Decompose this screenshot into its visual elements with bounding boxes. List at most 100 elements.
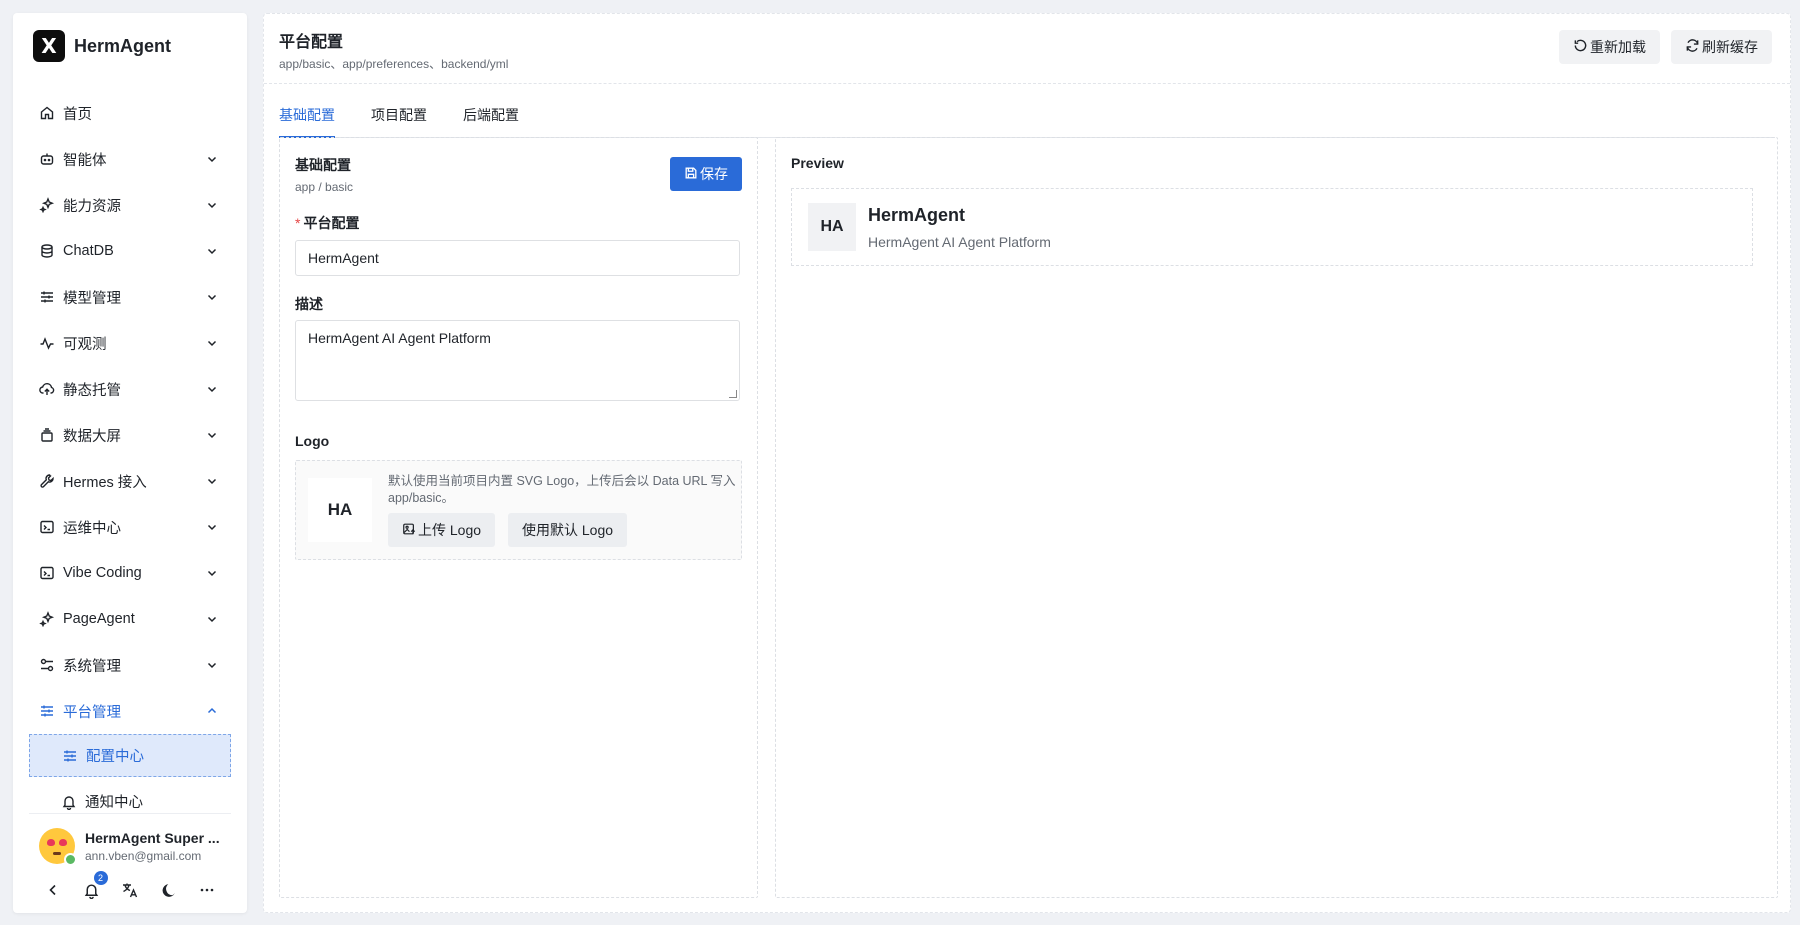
sidebar-item-chatdb[interactable]: ChatDB: [29, 228, 231, 274]
sidebar-item-agents[interactable]: 智能体: [29, 136, 231, 182]
sidebar-item-label: 系统管理: [63, 658, 121, 675]
sidebar-menu: 首页 智能体 能力资源 ChatDB 模型管理 可观测 静态托管 数据大屏 He…: [29, 90, 231, 826]
user-profile[interactable]: HermAgent Super ... ann.vben@gmail.com: [39, 828, 231, 866]
preview-name: HermAgent: [868, 205, 966, 225]
sidebar-item-system[interactable]: 系统管理: [29, 642, 231, 688]
preview-description: HermAgent AI Agent Platform: [868, 234, 1051, 250]
sidebar-item-models[interactable]: 模型管理: [29, 274, 231, 320]
default-logo-label: 使用默认 Logo: [522, 522, 614, 538]
upload-logo-label: 上传 Logo: [418, 522, 482, 538]
more-icon[interactable]: [197, 880, 217, 900]
sidebar-subitem-label: 通知中心: [85, 795, 143, 811]
dark-mode-icon[interactable]: [159, 880, 179, 900]
home-icon: [39, 105, 55, 121]
main-content: 平台配置 app/basic、app/preferences、backend/y…: [263, 13, 1791, 913]
terminal-icon: [39, 519, 55, 535]
bot-icon: [39, 151, 55, 167]
activity-icon: [39, 335, 55, 351]
sidebar-item-dashboard[interactable]: 数据大屏: [29, 412, 231, 458]
translate-icon[interactable]: [120, 880, 140, 900]
tab-backend-config[interactable]: 后端配置: [463, 105, 519, 138]
save-icon: [684, 166, 700, 183]
sidebar-footer: HermAgent Super ... ann.vben@gmail.com 2: [29, 813, 231, 900]
user-email: ann.vben@gmail.com: [85, 848, 202, 863]
sidebar-item-label: 数据大屏: [63, 428, 121, 445]
tab-basic-config[interactable]: 基础配置: [279, 105, 335, 138]
platform-name-label-text: 平台配置: [303, 215, 360, 231]
save-label: 保存: [700, 166, 728, 182]
sidebar-item-label: Hermes 接入: [63, 474, 147, 491]
default-logo-button[interactable]: 使用默认 Logo: [508, 513, 628, 547]
resize-grip-icon[interactable]: [729, 390, 737, 398]
sliders-icon: [62, 748, 78, 764]
reload-button[interactable]: 重新加载: [1559, 30, 1660, 64]
description-textarea[interactable]: HermAgent AI Agent Platform: [295, 320, 740, 401]
sidebar-item-ops[interactable]: 运维中心: [29, 504, 231, 550]
cloud-upload-icon: [39, 381, 55, 397]
chevron-down-icon: [205, 382, 219, 396]
chevron-up-icon: [205, 704, 219, 718]
sidebar-item-observability[interactable]: 可观测: [29, 320, 231, 366]
logo-description: 默认使用当前项目内置 SVG Logo，上传后会以 Data URL 写入 ap…: [388, 474, 736, 505]
form-title: 基础配置: [295, 157, 351, 173]
chevron-down-icon: [205, 198, 219, 212]
sidebar-item-hermes[interactable]: Hermes 接入: [29, 458, 231, 504]
sidebar-item-resources[interactable]: 能力资源: [29, 182, 231, 228]
collapse-sidebar-icon[interactable]: [43, 880, 63, 900]
chevron-down-icon: [205, 336, 219, 350]
description-label: 描述: [295, 296, 323, 312]
sidebar-item-label: 模型管理: [63, 290, 121, 307]
required-mark: *: [295, 215, 301, 231]
save-button[interactable]: 保存: [670, 157, 742, 191]
platform-name-input[interactable]: HermAgent: [295, 240, 740, 276]
sidebar-item-label: 运维中心: [63, 520, 121, 537]
preview-title: Preview: [791, 155, 844, 171]
config-tabs: 基础配置 项目配置 后端配置: [279, 84, 1775, 138]
sparkles-icon: [39, 197, 55, 213]
refresh-cache-label: 刷新缓存: [1702, 39, 1758, 55]
sidebar-item-label: 可观测: [63, 336, 107, 353]
upload-logo-button[interactable]: 上传 Logo: [388, 513, 496, 547]
sidebar: X HermAgent 首页 智能体 能力资源 ChatDB 模型管理 可观测 …: [13, 13, 247, 913]
chevron-down-icon: [205, 244, 219, 258]
chevron-down-icon: [205, 474, 219, 488]
chevron-down-icon: [205, 520, 219, 534]
preview-card: HA HermAgent HermAgent AI Agent Platform: [791, 188, 1753, 266]
sidebar-item-label: 首页: [63, 106, 92, 123]
sliders-icon: [39, 703, 55, 719]
sidebar-item-platform[interactable]: 平台管理: [29, 688, 231, 734]
refresh-cache-button[interactable]: 刷新缓存: [1671, 30, 1772, 64]
description-value: HermAgent AI Agent Platform: [308, 330, 491, 346]
refresh-icon: [1685, 38, 1702, 56]
rotate-ccw-icon: [1573, 38, 1590, 56]
chevron-down-icon: [205, 428, 219, 442]
sidebar-item-home[interactable]: 首页: [29, 90, 231, 136]
database-icon: [39, 243, 55, 259]
basic-config-panel: 基础配置 app / basic 保存 * 平台配置 HermAgent 描述 H…: [279, 137, 758, 898]
chevron-down-icon: [205, 658, 219, 672]
notification-bell-icon[interactable]: 2: [82, 871, 108, 900]
image-upload-icon: [402, 522, 418, 539]
sidebar-subitem-config-center[interactable]: 配置中心: [29, 734, 231, 777]
sidebar-item-static-hosting[interactable]: 静态托管: [29, 366, 231, 412]
brand-logo: X: [33, 30, 65, 62]
brand[interactable]: X HermAgent: [33, 30, 171, 62]
sliders-icon: [39, 289, 55, 305]
logo-preview-tile: HA: [308, 478, 372, 542]
sidebar-item-label: 智能体: [63, 152, 107, 169]
avatar: [39, 828, 77, 866]
preview-logo-tile: HA: [808, 203, 856, 251]
page-title: 平台配置: [279, 34, 344, 51]
terminal-icon: [39, 565, 55, 581]
sidebar-item-pageagent[interactable]: PageAgent: [29, 596, 231, 642]
settings-icon: [39, 657, 55, 673]
sidebar-item-label: PageAgent: [63, 611, 135, 627]
preview-panel: Preview HA HermAgent HermAgent AI Agent …: [775, 137, 1778, 898]
sidebar-footer-actions: 2: [43, 871, 217, 900]
tab-project-config[interactable]: 项目配置: [371, 105, 427, 138]
form-subtitle: app / basic: [295, 180, 354, 194]
logo-label: Logo: [295, 433, 330, 449]
sparkles-icon: [39, 611, 55, 627]
sidebar-item-vibe-coding[interactable]: Vibe Coding: [29, 550, 231, 596]
user-name: HermAgent Super ...: [85, 829, 220, 846]
